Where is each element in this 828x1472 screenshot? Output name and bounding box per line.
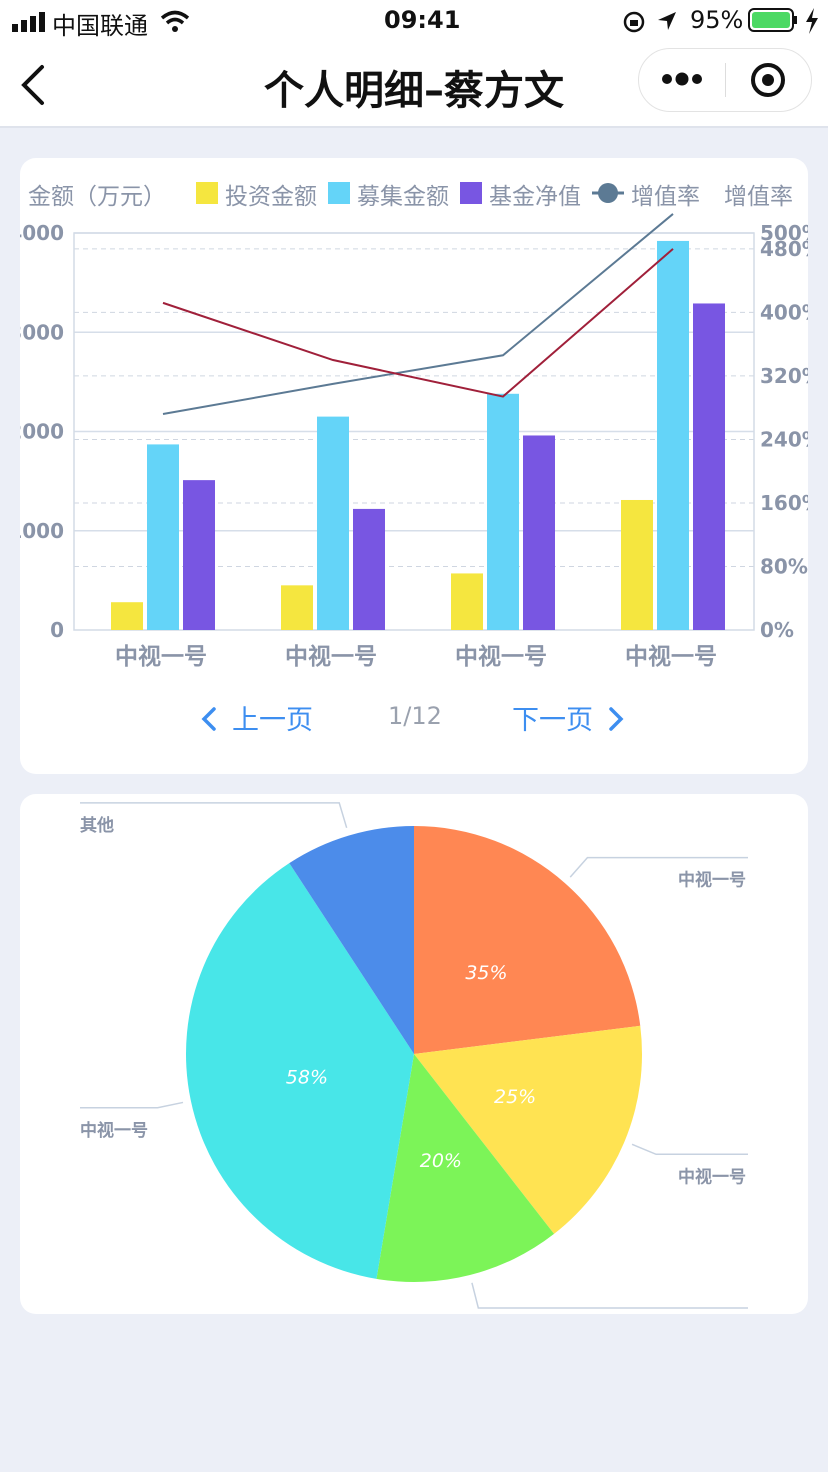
pie-slice (414, 826, 641, 1054)
y2-tick-label: 500% (760, 221, 808, 245)
chevron-right-icon (609, 707, 624, 731)
y2-tick-label: 400% (760, 300, 808, 324)
pie-percent-label: 58% (286, 1066, 328, 1088)
x-tick-label: 中视一号 (625, 643, 717, 670)
prev-page-button[interactable]: 上一页 (200, 698, 313, 737)
location-icon (658, 12, 676, 30)
bar (353, 508, 385, 630)
combo-chart: 金额（万元） 投资金额 募集金额 基金净值 增值率 增值率 0 1000 2000 3… (20, 182, 808, 670)
line-series (162, 248, 674, 398)
pie-slice-label: 其他 (80, 815, 114, 836)
bar (451, 573, 483, 630)
line-series (162, 213, 674, 416)
y2-tick-label: 80% (760, 554, 808, 578)
mini-program-capsule (638, 48, 812, 112)
legend-label-nav: 基金净值 (489, 184, 581, 210)
more-icon[interactable] (659, 69, 705, 89)
chevron-left-icon (201, 707, 216, 731)
legend-label-growth: 增值率 (631, 184, 700, 210)
bar (111, 602, 143, 630)
y-tick-label: 1000 (20, 519, 64, 543)
legend-swatch-raised (328, 182, 350, 204)
capsule-divider (725, 63, 726, 97)
legend-label-invest: 投资金额 (225, 184, 317, 210)
page-indicator: 1/12 (388, 702, 442, 730)
y-tick-label: 3000 (20, 320, 64, 344)
pie-leader-line (631, 1143, 748, 1156)
bar (693, 303, 725, 630)
left-axis-title: 金额（万元） (28, 184, 166, 210)
bar (657, 240, 689, 630)
clock-time: 09:41 (384, 6, 461, 34)
y2-tick-label: 160% (760, 491, 808, 515)
bar (487, 393, 519, 630)
x-tick-label: 中视一号 (455, 643, 547, 670)
rotation-lock-icon (623, 11, 645, 33)
x-tick-label: 中视一号 (115, 643, 207, 670)
charging-icon (806, 8, 818, 34)
legend-swatch-nav (460, 182, 482, 204)
y-tick-label: 2000 (20, 420, 64, 444)
wifi-icon (160, 10, 190, 32)
status-bar: 中国联通 09:41 95% (0, 0, 828, 44)
navigation-bar: 个人明细–蔡方文 (0, 44, 828, 128)
y2-tick-label: 320% (760, 364, 808, 388)
y-tick-label: 4000 (20, 221, 64, 245)
pie-leader-line (80, 1101, 184, 1109)
battery-icon (748, 8, 797, 32)
y2-tick-label: 0% (760, 618, 794, 642)
signal-icon (12, 12, 45, 32)
pie-percent-label: 25% (494, 1086, 536, 1108)
battery-percent: 95% (690, 6, 744, 34)
bar (523, 435, 555, 630)
next-page-label: 下一页 (512, 705, 593, 736)
pie-slice-label: 中视一号 (678, 870, 746, 891)
pie-chart-card: 35%中视一号25%中视一号20%中视一号58%中视一号其他 (20, 794, 808, 1314)
pie-percent-label: 35% (465, 962, 507, 984)
combo-chart-card: 金额（万元） 投资金额 募集金额 基金净值 增值率 增值率 0 1000 2000 3… (20, 158, 808, 774)
x-tick-label: 中视一号 (285, 643, 377, 670)
bar (621, 499, 653, 630)
right-axis-title: 增值率 (724, 184, 793, 210)
pie-percent-label: 20% (420, 1150, 462, 1172)
y2-tick-label: 240% (760, 427, 808, 451)
legend-swatch-growth (592, 183, 624, 203)
bar (147, 444, 179, 630)
prev-page-label: 上一页 (232, 705, 313, 736)
legend-label-raised: 募集金额 (357, 184, 449, 210)
close-mini-program-icon[interactable] (749, 61, 787, 99)
pie-slice-label: 中视一号 (80, 1120, 148, 1141)
bar (183, 480, 215, 630)
pie-leader-line (471, 1282, 748, 1309)
next-page-button[interactable]: 下一页 (512, 698, 625, 737)
pie-chart: 35%中视一号25%中视一号20%中视一号58%中视一号其他 (80, 802, 748, 1309)
bar (317, 416, 349, 630)
bar (281, 585, 313, 630)
y-tick-label: 0 (50, 618, 64, 642)
pie-slice-label: 中视一号 (678, 1166, 746, 1187)
legend-swatch-invest (196, 182, 218, 204)
carrier-label: 中国联通 (52, 12, 148, 40)
pie-leader-line (80, 802, 348, 829)
